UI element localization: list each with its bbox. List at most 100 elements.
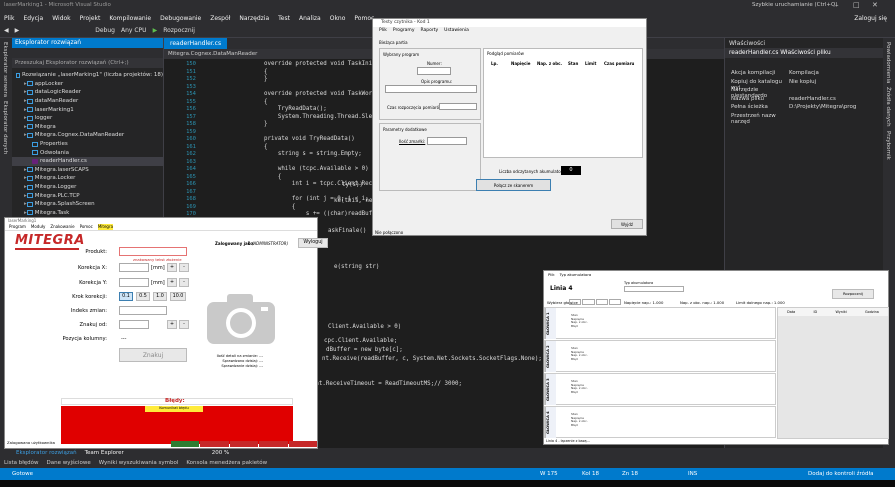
property-row[interactable]: Akcja kompilacji Kompilacja (725, 70, 883, 79)
tree-item[interactable]: Rozwiązanie „laserMarking1" (liczba proj… (12, 71, 163, 80)
head-button-4[interactable] (608, 299, 621, 305)
menu-test[interactable]: Test (278, 15, 290, 22)
menu-analyze[interactable]: Analiza (299, 15, 321, 22)
korekcja-x-minus-button[interactable]: - (179, 263, 189, 272)
win1-menu-reports[interactable]: Raporty (420, 28, 438, 34)
tree-item[interactable]: Properties (12, 140, 163, 149)
win2-menu-program[interactable]: Program (9, 224, 26, 230)
tab-package-console[interactable]: Konsola menedżera pakietów (186, 460, 267, 466)
step-0-1-button[interactable]: 0.1 (119, 292, 133, 301)
tab-reader-handler[interactable]: readerHandler.cs (164, 38, 228, 49)
start-button[interactable]: Rozpocznij (163, 27, 195, 34)
znakuj-od-input[interactable] (119, 320, 149, 329)
menu-team[interactable]: Zespół (210, 15, 230, 22)
solution-search-input[interactable]: Przeszukaj Eksplorator rozwiązań (Ctrl+;… (12, 58, 163, 68)
menu-edit[interactable]: Edycja (23, 15, 43, 22)
type-select[interactable] (624, 286, 684, 292)
numer-field[interactable] (417, 67, 451, 75)
tree-item[interactable]: readerHandler.cs (12, 156, 163, 166)
menu-tools[interactable]: Narzędzia (239, 15, 269, 22)
minimize-icon[interactable]: – (835, 1, 839, 9)
tree-item[interactable]: ▸ Mitegra.Task (12, 209, 163, 218)
property-row[interactable]: Nazwa pliku readerHandler.cs (725, 96, 883, 105)
menu-window[interactable]: Okno (330, 15, 346, 22)
znakuj-od-minus-button[interactable]: - (179, 320, 189, 329)
tab-team-explorer[interactable]: Team Explorer (85, 450, 124, 456)
tree-item[interactable]: ▸ appLocker (12, 80, 163, 89)
zoom-level[interactable]: 200 % (212, 450, 229, 456)
menu-view[interactable]: Widok (52, 15, 70, 22)
znakuj-od-plus-button[interactable]: + (167, 320, 177, 329)
platform-dropdown[interactable]: Any CPU (121, 27, 147, 34)
win2-menu-marking[interactable]: Znakowanie (50, 224, 74, 230)
tree-item[interactable]: ▸ dataManReader (12, 97, 163, 106)
win2-menu-mitegra[interactable]: Mitegra (97, 224, 114, 230)
menu-build[interactable]: Kompilowanie (109, 15, 151, 22)
tree-item[interactable]: ▸ dataLogicReader (12, 88, 163, 97)
tab-find-symbol[interactable]: Wyniki wyszukiwania symbol (99, 460, 179, 466)
win1-menu-settings[interactable]: Ustawienia (444, 28, 469, 34)
property-row[interactable]: Pełna ścieżka D:\Projekty\Mitegra\prog (725, 104, 883, 113)
tree-item[interactable]: ▸ Mitegra.Locker (12, 174, 163, 183)
czas-field[interactable] (439, 103, 477, 110)
head-button-2[interactable] (582, 299, 595, 305)
tree-item[interactable]: ▸ Mitegra.Cognex.DataManReader (12, 131, 163, 140)
tree-item[interactable]: ▸ Mitegra.PLC.TCP (12, 191, 163, 200)
win2-menu-modules[interactable]: Moduły (31, 224, 45, 230)
property-row[interactable]: Przestrzeń nazw narzęd (725, 113, 883, 125)
korekcja-y-minus-button[interactable]: - (179, 278, 189, 287)
korekcja-y-plus-button[interactable]: + (167, 278, 177, 287)
notifications-tab[interactable]: Powiadomienia (885, 42, 891, 83)
logout-button[interactable]: Wyloguj (298, 238, 328, 248)
menu-file[interactable]: Plik (4, 15, 14, 22)
signin-link[interactable]: Zaloguj się (854, 15, 887, 22)
menu-debug[interactable]: Debugowanie (160, 15, 201, 22)
korekcja-x-input[interactable] (119, 263, 149, 272)
tab-error-list[interactable]: Lista błędów (4, 460, 39, 466)
step-10-0-button[interactable]: 10.0 (170, 292, 186, 301)
tree-item[interactable]: ▸ logger (12, 114, 163, 123)
win1-menu-file[interactable]: Plik (379, 28, 387, 34)
data-sources-tab[interactable]: Źródła danych (885, 87, 891, 127)
tree-item[interactable]: ▸ Mitegra.SplashScreen (12, 200, 163, 209)
start-line-button[interactable]: Rozpocznij (832, 289, 874, 299)
produkt-input[interactable] (119, 247, 187, 256)
property-row[interactable]: Kopiuj do katalogu wyj Nie kopiuj (725, 79, 883, 91)
head-button-1[interactable] (569, 299, 582, 305)
maximize-icon[interactable]: □ (853, 1, 860, 9)
tree-item[interactable]: ▸ Mitegra.Logger (12, 183, 163, 192)
win1-tab[interactable]: Bieżąca partia (379, 40, 408, 45)
indeks-input[interactable] (119, 306, 167, 315)
korekcja-x-plus-button[interactable]: + (167, 263, 177, 272)
opis-field[interactable] (385, 85, 477, 93)
data-explorer-tab[interactable]: Eksplorator danych (2, 101, 8, 154)
back-icon[interactable]: ◀ (4, 27, 9, 34)
tab-output[interactable]: Dane wyjściowe (47, 460, 91, 466)
quick-launch-input[interactable]: Szybkie uruchamianie (Ctrl+Q) (752, 2, 838, 8)
znakuj-button[interactable]: Znakuj (119, 348, 187, 362)
tree-item[interactable]: ▸ laserMarking1 (12, 105, 163, 114)
win1-menu-programs[interactable]: Programy (393, 28, 415, 34)
head-button-3[interactable] (595, 299, 608, 305)
ilosc-field[interactable] (427, 137, 467, 145)
connect-scanner-button[interactable]: Połącz ze skanerem (476, 179, 551, 191)
source-control-button[interactable]: Dodaj do kontroli źródła (808, 471, 873, 477)
forward-icon[interactable]: ▶ (15, 27, 20, 34)
server-explorer-tab[interactable]: Eksplorator serwera (2, 42, 8, 97)
step-1-0-button[interactable]: 1.0 (153, 292, 167, 301)
win2-menu-help[interactable]: Pomoc (80, 224, 93, 230)
step-0-5-button[interactable]: 0.5 (136, 292, 150, 301)
toolbox-tab[interactable]: Przybornik (885, 131, 891, 160)
korekcja-y-input[interactable] (119, 278, 149, 287)
tree-item[interactable]: Odwołania (12, 148, 163, 157)
tree-item[interactable]: ▸ Mitegra (12, 123, 163, 132)
win1-exit-button[interactable]: Wyjdź (611, 219, 643, 229)
tree-item[interactable]: ▸ Mitegra.laserSCAPS (12, 166, 163, 175)
config-dropdown[interactable]: Debug (95, 27, 115, 34)
tab-solution-explorer[interactable]: Eksplorator rozwiązań (16, 450, 77, 456)
menu-project[interactable]: Projekt (80, 15, 101, 22)
close-icon[interactable]: ✕ (872, 1, 878, 9)
win3-menu-type[interactable]: Typ akumulatora (560, 272, 592, 277)
win3-menu-file[interactable]: Plik (548, 272, 555, 277)
property-row[interactable]: Narzędzie niestandardo (725, 87, 883, 99)
